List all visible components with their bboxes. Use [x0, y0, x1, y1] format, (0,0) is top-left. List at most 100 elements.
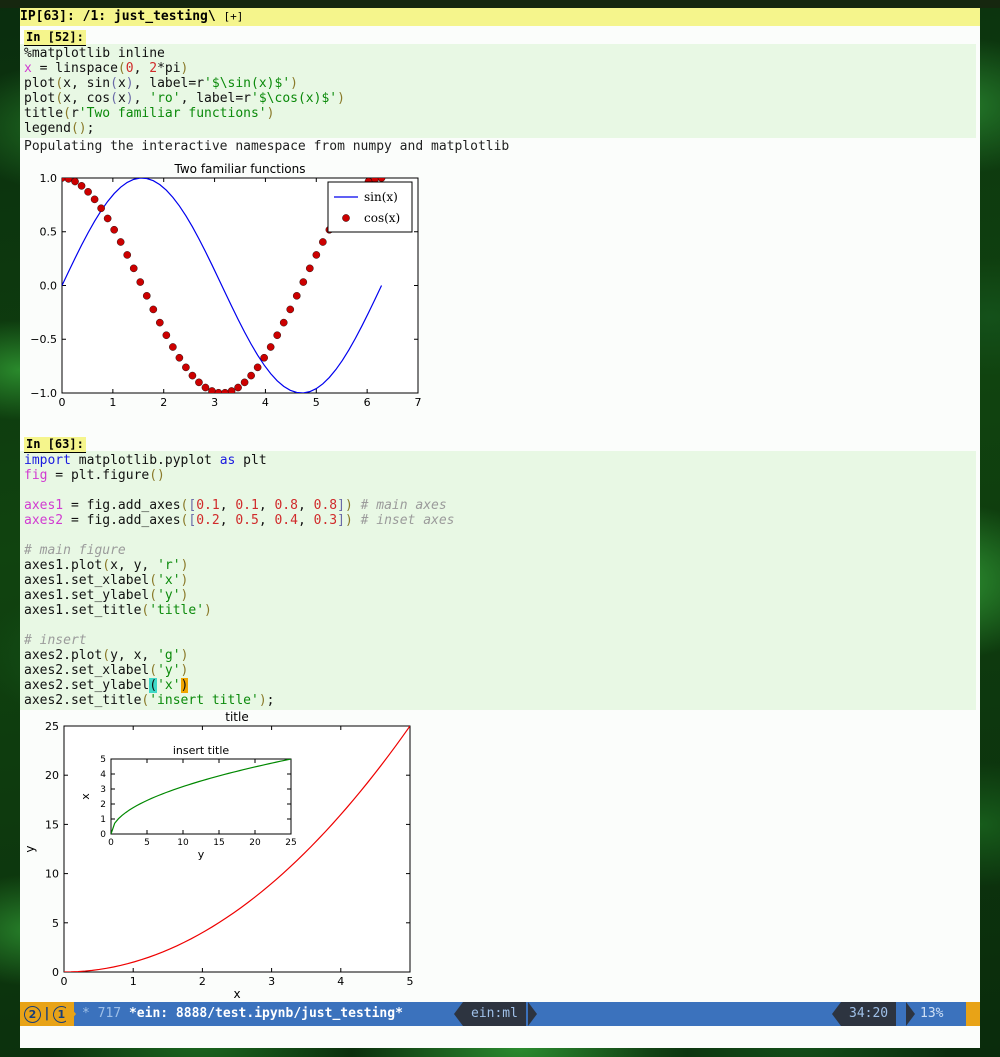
cell-2-line-10: axes1.set_ylabel('y') — [24, 588, 188, 603]
cell-2-line-7: # main figure — [24, 543, 126, 558]
emacs-mode-line[interactable]: 2|1 * 717 *ein: 8888/test.ipynb/just_tes… — [20, 1002, 980, 1026]
svg-text:4: 4 — [337, 975, 344, 988]
cell-1-line-5: title(r'Two familiar functions') — [24, 106, 274, 121]
cell-1-output-figure: 01234567−1.0−0.50.00.51.0Two familiar fu… — [20, 156, 980, 421]
header-expand-toggle[interactable]: [+] — [224, 10, 244, 23]
cell-2-line-6 — [24, 528, 32, 543]
modeline-clock-label: 34:20 — [849, 1006, 888, 1021]
modeline-mode-chip-right-arrow — [528, 1002, 537, 1026]
emacs-minibuffer[interactable] — [20, 1026, 980, 1048]
cell-2-source[interactable]: import matplotlib.pyplot as plt fig = pl… — [20, 451, 976, 710]
svg-text:2: 2 — [100, 800, 106, 810]
screen-top-strip — [0, 0, 1000, 8]
svg-text:1.0: 1.0 — [40, 172, 58, 185]
cell-2-line-9: axes1.set_xlabel('x') — [24, 573, 188, 588]
cell-2-line-13: # insert — [24, 633, 87, 648]
svg-text:0: 0 — [52, 966, 59, 979]
svg-text:2: 2 — [199, 975, 206, 988]
notebook-canvas: In [52]: %matplotlib inline x = linspace… — [20, 26, 980, 1002]
svg-text:4: 4 — [262, 396, 269, 409]
cell-1-line-6: legend(); — [24, 121, 94, 136]
cursor-on-close-paren: ) — [181, 678, 189, 693]
svg-text:5: 5 — [52, 917, 59, 930]
cell-2-output-figure: 0123450510152025titlexy0510152025012345i… — [20, 710, 980, 1000]
svg-text:15: 15 — [45, 818, 59, 831]
svg-text:10: 10 — [45, 868, 59, 881]
notebook-cell-1: In [52]: %matplotlib inline x = linspace… — [20, 26, 980, 421]
notebook-cell-2: In [63]: import matplotlib.pyplot as plt… — [20, 433, 980, 1000]
svg-text:0.0: 0.0 — [40, 279, 58, 292]
svg-text:5: 5 — [100, 755, 106, 765]
cell-1-input-prompt[interactable]: In [52]: — [24, 30, 86, 46]
cell-1-line-2: x = linspace(0, 2*pi) — [24, 61, 188, 76]
svg-text:x: x — [79, 793, 92, 800]
svg-text:5: 5 — [313, 396, 320, 409]
figure-title-with-inset: 0123450510152025titlexy0510152025012345i… — [20, 710, 450, 1000]
svg-text:25: 25 — [285, 838, 296, 848]
cell-2-line-8: axes1.plot(x, y, 'r') — [24, 558, 188, 573]
workspace-separator: | — [43, 1002, 51, 1026]
notebook-header-bar[interactable]: IP[63]: /1: just_testing\ [+] — [20, 8, 980, 27]
cell-2-line-2: fig = plt.figure() — [24, 468, 165, 483]
svg-text:insert title: insert title — [173, 744, 230, 757]
svg-text:20: 20 — [249, 838, 261, 848]
cell-2-input-prompt[interactable]: In [63]: — [24, 437, 86, 453]
cell-1-source[interactable]: %matplotlib inline x = linspace(0, 2*pi)… — [20, 44, 976, 138]
cell-2-line-3 — [24, 483, 32, 498]
svg-text:y: y — [23, 845, 37, 852]
svg-text:3: 3 — [211, 396, 218, 409]
modeline-major-mode-label: ein:ml — [471, 1006, 518, 1021]
figure-two-familiar-functions: 01234567−1.0−0.50.00.51.0Two familiar fu… — [20, 156, 440, 421]
svg-text:cos(x): cos(x) — [364, 211, 400, 225]
svg-text:3: 3 — [100, 785, 106, 795]
svg-text:0.5: 0.5 — [40, 226, 58, 239]
modeline-major-mode[interactable]: ein:ml — [463, 1002, 526, 1026]
modeline-buffer-info[interactable]: * 717 *ein: 8888/test.ipynb/just_testing… — [82, 1002, 403, 1026]
cell-2-line-1: import matplotlib.pyplot as plt — [24, 453, 267, 468]
modeline-modified-flag: * — [82, 1006, 90, 1021]
modeline-time-chip-left-arrow — [832, 1002, 841, 1026]
header-spacer2 — [216, 9, 224, 24]
svg-text:10: 10 — [177, 838, 189, 848]
svg-text:title: title — [225, 710, 248, 724]
workspace-current-badge[interactable]: 2 — [24, 1006, 41, 1023]
cell-2-line-4: axes1 = fig.add_axes([0.1, 0.1, 0.8, 0.8… — [24, 498, 447, 513]
svg-text:0: 0 — [61, 975, 68, 988]
cell-2-line-14: axes2.plot(y, x, 'g') — [24, 648, 188, 663]
svg-text:x: x — [233, 987, 240, 1000]
cell-2-line-11: axes1.set_title('title') — [24, 603, 212, 618]
header-notebook-path[interactable]: /1: just_testing\ — [83, 9, 216, 24]
cell-1-line-4: plot(x, cos(x), 'ro', label=r'$\cos(x)$'… — [24, 91, 345, 106]
svg-text:0: 0 — [100, 830, 106, 840]
cell-2-line-16: axes2.set_ylabel('x') — [24, 678, 188, 693]
modeline-buffer-name[interactable]: *ein: 8888/test.ipynb/just_testing* — [129, 1006, 403, 1021]
svg-text:5: 5 — [144, 838, 150, 848]
svg-text:15: 15 — [213, 838, 224, 848]
svg-text:−1.0: −1.0 — [30, 387, 57, 400]
header-kernel-prompt: IP[63]: — [20, 9, 75, 24]
cell-1-line-1: %matplotlib inline — [24, 46, 165, 61]
svg-text:1: 1 — [130, 975, 137, 988]
cell-1-output-text: Populating the interactive namespace fro… — [20, 138, 980, 156]
cell-2-line-15: axes2.set_xlabel('y') — [24, 663, 188, 678]
modeline-scroll-percent-label: 13% — [920, 1006, 943, 1021]
svg-text:7: 7 — [415, 396, 422, 409]
modeline-mode-chip-left-arrow — [454, 1002, 463, 1026]
svg-text:0: 0 — [59, 396, 66, 409]
svg-text:0: 0 — [108, 838, 114, 848]
header-spacer — [75, 9, 83, 24]
svg-text:Two familiar functions: Two familiar functions — [174, 162, 306, 176]
svg-text:4: 4 — [100, 770, 106, 780]
modeline-end-cap — [966, 1002, 980, 1026]
svg-text:y: y — [198, 848, 205, 861]
modeline-time-chip-right-arrow — [906, 1002, 915, 1026]
svg-text:1: 1 — [109, 396, 116, 409]
svg-text:2: 2 — [160, 396, 167, 409]
modeline-clock[interactable]: 34:20 — [841, 1002, 896, 1026]
matching-paren-open-highlight: ( — [149, 678, 157, 693]
svg-text:sin(x): sin(x) — [364, 190, 398, 204]
svg-text:20: 20 — [45, 769, 59, 782]
svg-text:6: 6 — [364, 396, 371, 409]
modeline-scroll-percent: 13% — [920, 1002, 943, 1026]
cell-2-line-17: axes2.set_title('insert title'); — [24, 693, 274, 708]
